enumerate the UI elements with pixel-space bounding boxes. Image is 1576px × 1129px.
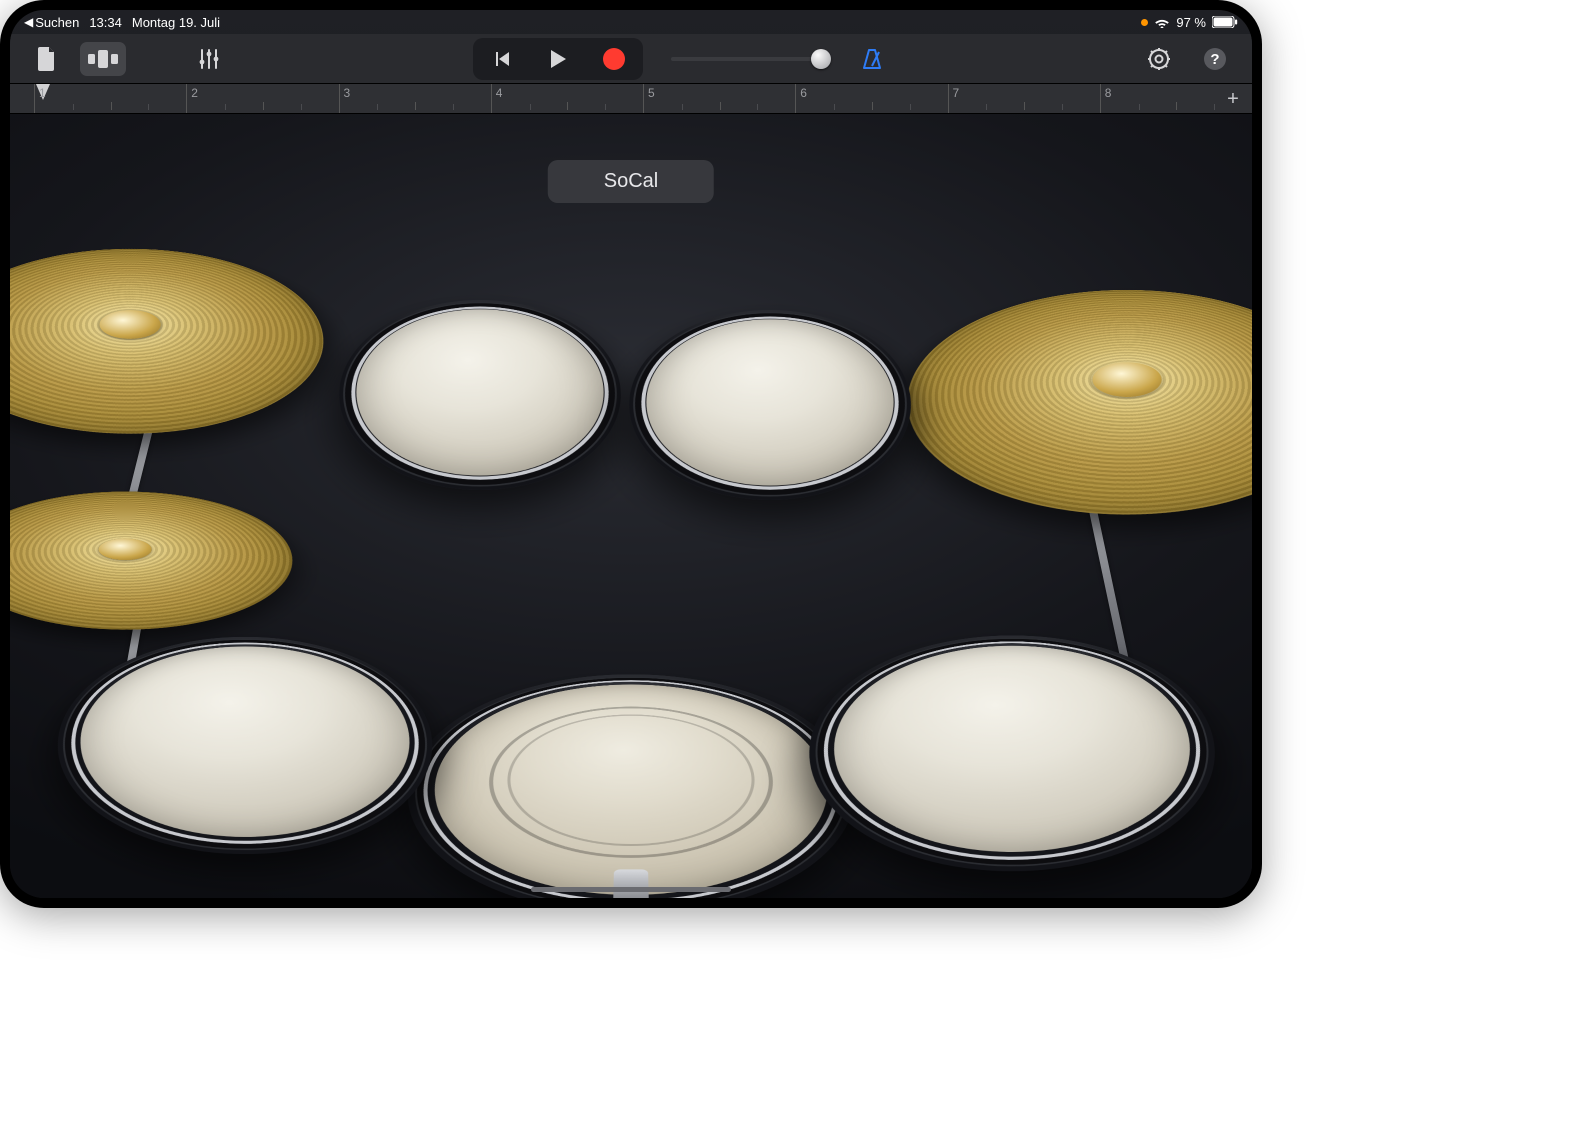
record-button[interactable]	[588, 41, 640, 77]
sliders-icon	[198, 48, 220, 70]
record-icon	[603, 48, 625, 70]
bar-marker[interactable]: 1	[34, 84, 186, 113]
help-icon: ?	[1203, 47, 1227, 71]
snare-drum-pad[interactable]	[27, 637, 463, 854]
toolbar: ?	[10, 34, 1252, 84]
date: Montag 19. Juli	[132, 15, 220, 30]
play-icon	[549, 49, 567, 69]
svg-text:?: ?	[1210, 51, 1219, 68]
bar-marker[interactable]: 3	[339, 84, 491, 113]
chevron-left-icon: ◀	[24, 15, 33, 29]
gear-icon	[1147, 47, 1171, 71]
my-songs-button[interactable]	[24, 42, 70, 76]
ipad-frame: ◀ Suchen 13:34 Montag 19. Juli 97 %	[0, 0, 1262, 908]
slider-thumb[interactable]	[811, 49, 831, 69]
play-button[interactable]	[532, 41, 584, 77]
back-to-search-button[interactable]: ◀ Suchen	[24, 15, 79, 30]
clock: 13:34	[89, 15, 122, 30]
kit-name-label: SoCal	[604, 170, 658, 192]
metronome-button[interactable]	[849, 42, 895, 76]
go-to-beginning-button[interactable]	[476, 41, 528, 77]
mid-tom-pad[interactable]	[612, 310, 929, 500]
browser-icon	[88, 50, 118, 68]
bar-marker[interactable]: 2	[186, 84, 338, 113]
kick-pedal	[613, 869, 649, 898]
settings-button[interactable]	[1136, 42, 1182, 76]
hihat-cymbal-pad[interactable]	[10, 488, 311, 636]
add-track-button[interactable]: +	[1218, 84, 1248, 114]
wifi-icon	[1154, 16, 1170, 28]
battery-icon	[1212, 16, 1238, 28]
track-controls-button[interactable]	[186, 42, 232, 76]
screen: ◀ Suchen 13:34 Montag 19. Juli 97 %	[10, 10, 1252, 898]
timeline-ruler[interactable]: 1 2 3 4 5 6 7 8 +	[10, 84, 1252, 114]
drum-kit-selector[interactable]: SoCal	[548, 160, 714, 203]
bar-marker[interactable]: 4	[491, 84, 643, 113]
skip-back-icon	[492, 49, 512, 69]
bar-marker[interactable]: 7	[948, 84, 1100, 113]
mic-indicator-icon	[1141, 19, 1148, 26]
metronome-icon	[861, 48, 883, 70]
high-tom-pad[interactable]	[322, 300, 639, 490]
transport-controls	[473, 38, 643, 80]
home-indicator[interactable]	[531, 887, 731, 892]
crash-cymbal-pad[interactable]	[10, 241, 385, 452]
battery-percent: 97 %	[1176, 15, 1206, 30]
master-volume-slider[interactable]	[671, 57, 821, 61]
browser-button[interactable]	[80, 42, 126, 76]
back-label: Suchen	[35, 15, 79, 30]
help-button[interactable]: ?	[1192, 42, 1238, 76]
document-icon	[37, 47, 57, 71]
status-bar: ◀ Suchen 13:34 Montag 19. Juli 97 %	[10, 10, 1252, 34]
instrument-stage: SoCal	[10, 114, 1252, 898]
bar-marker[interactable]: 5	[643, 84, 795, 113]
floor-tom-pad[interactable]	[773, 635, 1251, 871]
bar-marker[interactable]: 6	[795, 84, 947, 113]
